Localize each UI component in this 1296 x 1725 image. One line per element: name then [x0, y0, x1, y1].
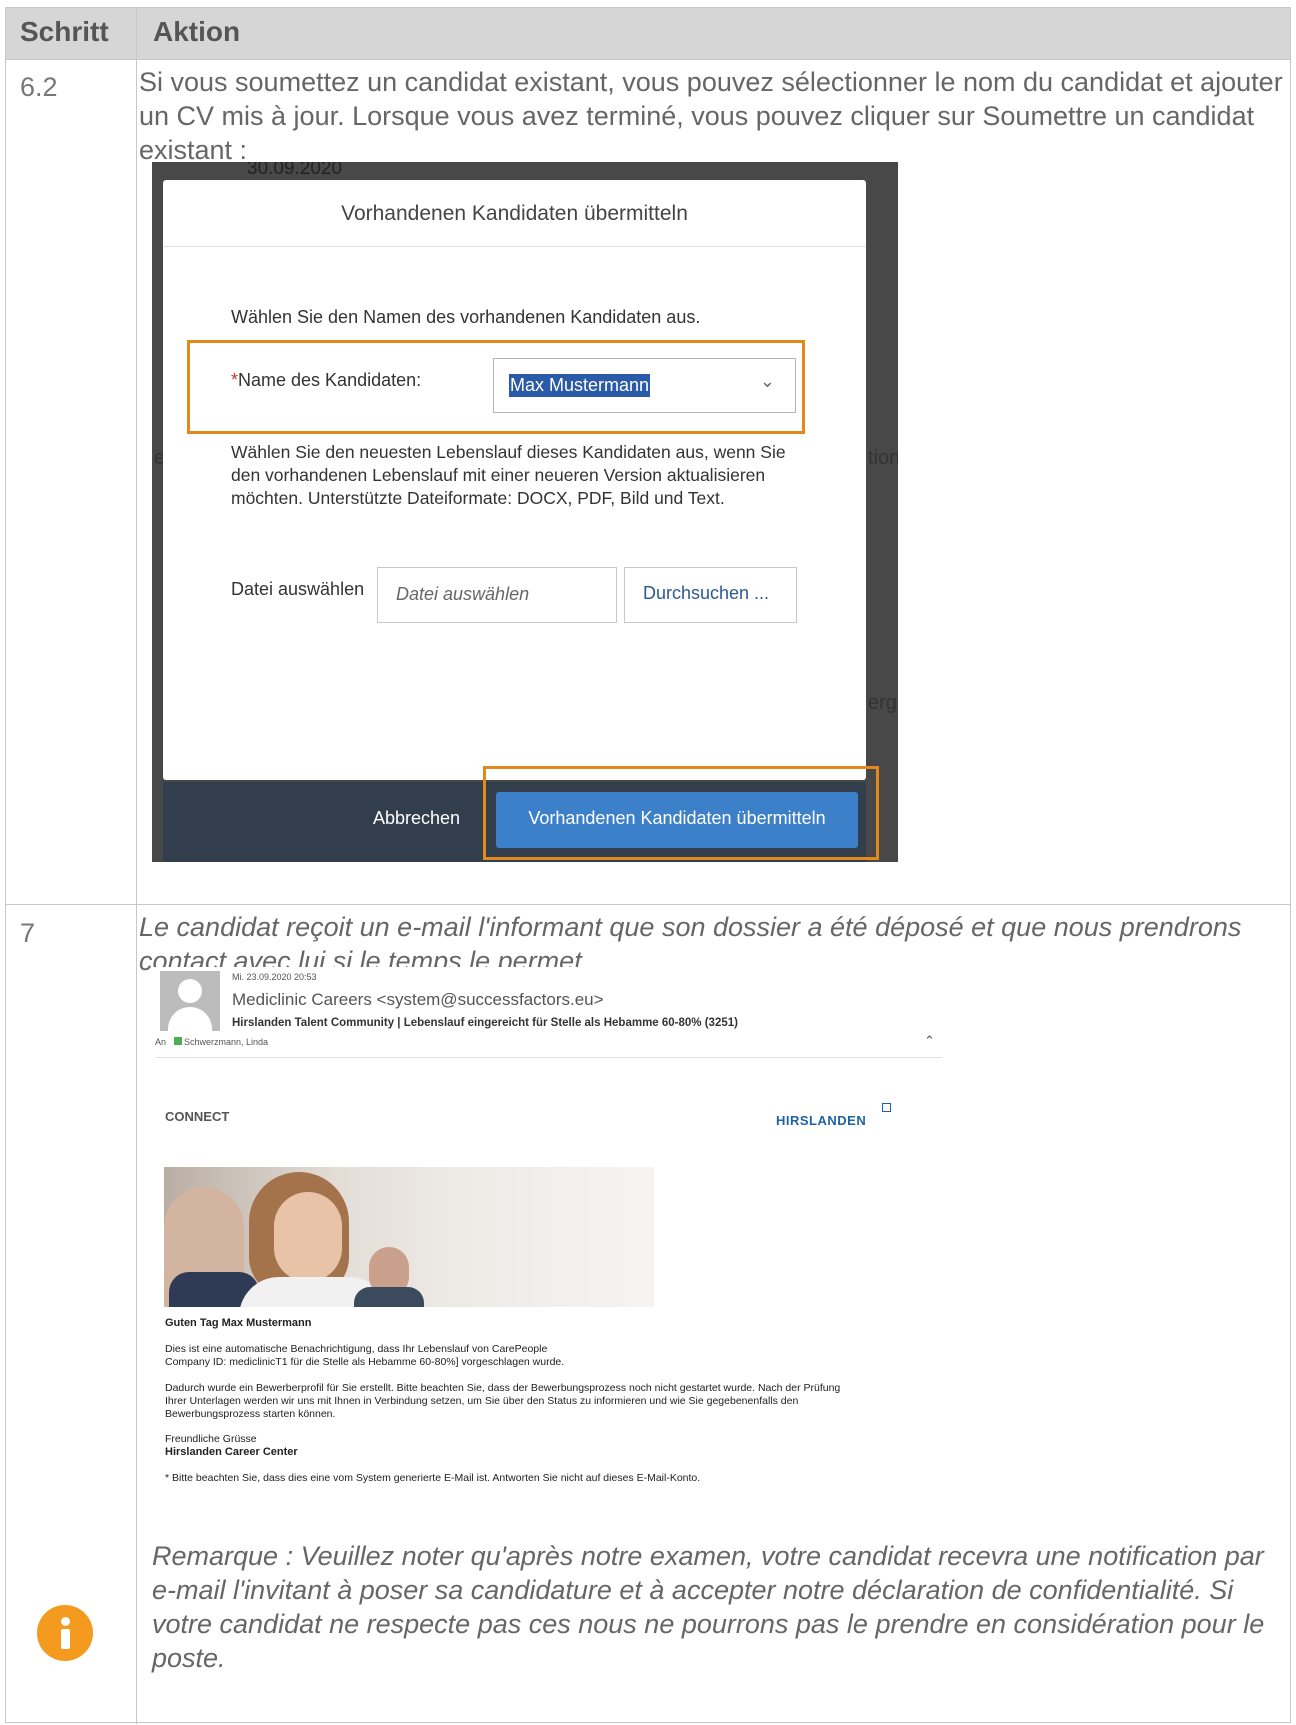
required-marker: *	[231, 370, 239, 390]
email-greeting: Guten Tag Max Mustermann	[165, 1317, 312, 1329]
email-paragraph: Dadurch wurde ein Bewerberprofil für Sie…	[165, 1382, 841, 1420]
hirslanden-logo: HIRSLANDEN	[776, 1113, 867, 1128]
dialog-intro: Wählen Sie den Namen des vorhandenen Kan…	[231, 307, 701, 327]
email-sender: Mediclinic Careers <system@successfactor…	[232, 990, 604, 1009]
table-header: Schritt Aktion	[6, 8, 1290, 59]
avatar-head-shape	[178, 979, 202, 1003]
info-icon	[37, 1605, 93, 1661]
background-fragment: erg	[868, 692, 897, 714]
browse-button[interactable]: Durchsuchen ...	[624, 567, 797, 623]
column-divider	[136, 8, 137, 1724]
browse-button-label: Durchsuchen ...	[643, 583, 770, 603]
email-footnote: * Bitte beachten Sie, dass dies eine vom…	[165, 1472, 701, 1484]
presence-icon	[174, 1037, 183, 1045]
email-paragraph: Dies ist eine automatische Benachrichtig…	[165, 1343, 565, 1368]
collapse-caret-icon: ⌃	[924, 1033, 935, 1048]
candidate-select-value: Max Mustermann	[509, 374, 651, 397]
dialog-title: Vorhandenen Kandidaten übermitteln	[341, 202, 688, 225]
hirslanden-logo-mark	[882, 1103, 891, 1112]
avatar	[160, 971, 220, 1031]
header-photo	[164, 1167, 654, 1307]
chevron-down-icon: ⌄	[759, 371, 775, 391]
recipient-label: An	[155, 1037, 167, 1047]
photo-person-shape	[274, 1192, 342, 1282]
background-date: 30.09.2020	[247, 162, 343, 179]
candidate-label-text: Name des Kandidaten:	[238, 370, 422, 390]
background-fragment: tion	[868, 447, 898, 469]
avatar-body-shape	[168, 1007, 212, 1031]
info-icon-dot	[61, 1617, 70, 1626]
email-date: Mi. 23.09.2020 20:53	[232, 972, 317, 982]
step-text: Si vous soumettez un candidat existant, …	[139, 67, 1283, 165]
header-action: Aktion	[153, 16, 241, 47]
file-label: Datei auswählen	[231, 579, 365, 599]
email-subject: Hirslanden Talent Community | Lebenslauf…	[232, 1017, 738, 1029]
row-divider	[6, 904, 1290, 905]
email-screenshot: Mi. 23.09.2020 20:53 Mediclinic Careers …	[152, 967, 942, 1507]
recipient-name: Schwerzmann, Linda	[184, 1037, 269, 1047]
photo-person-shape	[354, 1287, 424, 1307]
email-recipient: An Schwerzmann, Linda	[155, 1037, 268, 1047]
row-divider	[6, 59, 1290, 60]
cancel-button[interactable]: Abbrechen	[373, 808, 460, 829]
email-signature: Hirslanden Career Center	[165, 1446, 298, 1458]
dialog-description: Wählen Sie den neuesten Lebenslauf diese…	[231, 442, 786, 508]
step-number: 7	[20, 918, 36, 948]
header-step: Schritt	[20, 16, 109, 47]
candidate-label: *Name des Kandidaten:	[231, 370, 421, 391]
email-closing: Freundliche Grüsse	[165, 1433, 257, 1445]
note-text: Remarque : Veuillez noter qu'après notre…	[152, 1541, 1265, 1673]
connect-logo: CONNECT	[165, 1109, 230, 1124]
file-input[interactable]: Datei auswählen	[377, 567, 617, 623]
step-number: 6.2	[20, 72, 58, 102]
submit-candidate-dialog: Vorhandenen Kandidaten übermitteln Wähle…	[163, 180, 866, 780]
file-input-placeholder: Datei auswählen	[396, 584, 530, 604]
candidate-select[interactable]: Max Mustermann ⌄	[493, 358, 796, 413]
email-header-divider	[155, 1057, 942, 1058]
highlight-box	[483, 766, 879, 860]
dialog-screenshot: 30.09.2020 e tion erg Vorhandenen Kandid…	[152, 162, 898, 862]
dialog-divider	[163, 246, 866, 247]
info-icon-bar	[61, 1629, 70, 1649]
